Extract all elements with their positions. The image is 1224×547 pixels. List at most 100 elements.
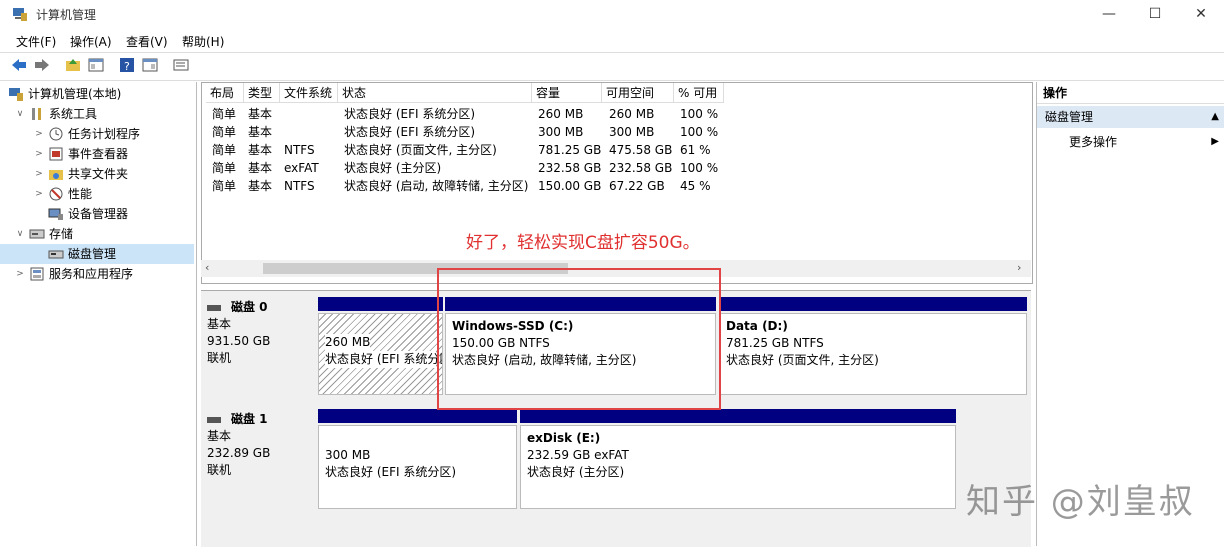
partition-size: 232.59 GB exFAT [527, 448, 629, 462]
maximize-button[interactable]: ☐ [1132, 0, 1178, 28]
partition-size: 300 MB [325, 448, 371, 462]
shared-folder-icon [48, 166, 64, 182]
cell-percent: 100 % [680, 125, 719, 139]
disk-type: 基本 [207, 317, 232, 331]
cell-fs: NTFS [284, 143, 315, 157]
table-rows: 简单 基本 状态良好 (EFI 系统分区) 260 MB 260 MB 100 … [212, 105, 732, 195]
partition-status: 状态良好 (页面文件, 主分区) [726, 353, 879, 367]
chevron-right-icon[interactable]: > [33, 124, 45, 144]
close-button[interactable]: ✕ [1178, 0, 1224, 28]
annotation-highlight-box [437, 268, 721, 410]
tree-item-storage[interactable]: ∨ 存储 [0, 224, 196, 244]
minimize-button[interactable]: — [1086, 0, 1132, 28]
disk-status: 联机 [207, 351, 232, 365]
title-bar [0, 0, 1224, 28]
disk-size: 232.89 GB [207, 446, 271, 460]
column-header[interactable]: % 可用 [674, 83, 724, 103]
tree-item-performance[interactable]: > 性能 [0, 184, 196, 204]
chevron-right-icon[interactable]: > [14, 264, 26, 284]
cell-type: 基本 [248, 161, 273, 175]
properties-icon[interactable] [172, 56, 190, 74]
console-tree: 计算机管理(本地) ∨ 系统工具 > 任务计划程序 > 事件查看器 > 共享文件… [0, 82, 197, 546]
partition-status: 状态良好 (EFI 系统分区) [325, 351, 443, 368]
disk-0-label[interactable]: 磁盘 0 基本 931.50 GB 联机 [207, 299, 315, 367]
cell-fs: exFAT [284, 161, 319, 175]
tree-item-device-manager[interactable]: 设备管理器 [0, 204, 196, 224]
partition-efi-disk0[interactable]: 260 MB 状态良好 (EFI 系统分区) [318, 313, 443, 395]
tree-item-shared-folders[interactable]: > 共享文件夹 [0, 164, 196, 184]
partition-title: exDisk (E:) [527, 431, 601, 445]
partition-header-bar [520, 409, 956, 423]
computer-management-icon [12, 6, 28, 22]
action-pane-header: 操作 [1037, 82, 1224, 104]
chevron-right-icon[interactable]: > [33, 184, 45, 204]
chevron-right-icon[interactable]: > [33, 164, 45, 184]
menu-help[interactable]: 帮助(H) [182, 33, 224, 50]
tools-icon [29, 106, 45, 122]
help-icon[interactable]: ? [118, 56, 136, 74]
scroll-left-icon[interactable]: ‹ [205, 261, 209, 274]
menu-action[interactable]: 操作(A) [70, 33, 112, 50]
collapse-arrow-icon[interactable]: ▲ [1211, 106, 1219, 128]
cell-layout: 简单 [212, 161, 237, 175]
svg-text:?: ? [124, 60, 130, 73]
menu-file[interactable]: 文件(F) [16, 33, 56, 50]
tree-label: 设备管理器 [68, 207, 129, 221]
tree-item-services[interactable]: > 服务和应用程序 [0, 264, 196, 284]
disk-1-label[interactable]: 磁盘 1 基本 232.89 GB 联机 [207, 411, 315, 479]
tree-item-system-tools[interactable]: ∨ 系统工具 [0, 104, 196, 124]
partition-size: 781.25 GB NTFS [726, 336, 824, 350]
partition-d-drive[interactable]: Data (D:) 781.25 GB NTFS 状态良好 (页面文件, 主分区… [719, 313, 1027, 395]
scroll-right-icon[interactable]: › [1017, 261, 1021, 274]
device-manager-icon [48, 206, 64, 222]
disk-management-icon [48, 246, 64, 262]
forward-arrow-icon[interactable] [33, 56, 51, 74]
cell-layout: 简单 [212, 125, 237, 139]
cell-percent: 45 % [680, 179, 711, 193]
menu-view[interactable]: 查看(V) [126, 33, 168, 50]
storage-icon [29, 226, 45, 242]
column-header[interactable]: 容量 [532, 83, 602, 103]
partition-efi-disk1[interactable]: 300 MB 状态良好 (EFI 系统分区) [318, 425, 517, 509]
cell-percent: 100 % [680, 107, 719, 121]
action-label: 更多操作 [1069, 135, 1118, 149]
show-console-tree-icon[interactable] [87, 56, 105, 74]
partition-status: 状态良好 (EFI 系统分区) [325, 465, 457, 479]
disk-name: 磁盘 1 [231, 412, 268, 426]
action-section-disk-management[interactable]: 磁盘管理 ▲ [1037, 106, 1224, 128]
tree-item-disk-management[interactable]: 磁盘管理 [0, 244, 194, 264]
tree-label: 磁盘管理 [68, 247, 117, 261]
table-row[interactable]: 简单 基本 exFAT 状态良好 (主分区) 232.58 GB 232.58 … [212, 159, 732, 177]
chevron-right-icon[interactable]: > [33, 144, 45, 164]
tree-label: 计算机管理(本地) [28, 87, 122, 101]
up-folder-icon[interactable] [64, 56, 82, 74]
column-header[interactable]: 类型 [244, 83, 280, 103]
table-row[interactable]: 简单 基本 NTFS 状态良好 (启动, 故障转储, 主分区) 150.00 G… [212, 177, 732, 195]
cell-type: 基本 [248, 143, 273, 157]
chevron-down-icon[interactable]: ∨ [14, 224, 26, 244]
table-row[interactable]: 简单 基本 状态良好 (EFI 系统分区) 300 MB 300 MB 100 … [212, 123, 732, 141]
partition-header-bar [719, 297, 1027, 311]
tree-item-event-viewer[interactable]: > 事件查看器 [0, 144, 196, 164]
computer-management-icon [8, 86, 24, 102]
show-action-pane-icon[interactable] [141, 56, 159, 74]
back-arrow-icon[interactable] [10, 56, 28, 74]
cell-capacity: 300 MB [538, 125, 584, 139]
cell-free: 300 MB [609, 125, 655, 139]
disk-status: 联机 [207, 463, 232, 477]
cell-capacity: 232.58 GB [538, 161, 602, 175]
tree-item-root[interactable]: 计算机管理(本地) [0, 84, 196, 104]
table-row[interactable]: 简单 基本 NTFS 状态良好 (页面文件, 主分区) 781.25 GB 47… [212, 141, 732, 159]
partition-header-bar [318, 409, 517, 423]
tree-label: 存储 [49, 227, 74, 241]
column-header[interactable]: 文件系统 [280, 83, 338, 103]
partition-e-drive[interactable]: exDisk (E:) 232.59 GB exFAT 状态良好 (主分区) [520, 425, 956, 509]
chevron-down-icon[interactable]: ∨ [14, 104, 26, 124]
action-more-actions[interactable]: 更多操作 ▶ [1069, 132, 1219, 152]
column-header[interactable]: 可用空间 [602, 83, 674, 103]
tree-item-task-scheduler[interactable]: > 任务计划程序 [0, 124, 196, 144]
column-header[interactable]: 状态 [338, 83, 532, 103]
column-header[interactable]: 布局 [206, 83, 244, 103]
tree-label: 任务计划程序 [68, 127, 141, 141]
table-row[interactable]: 简单 基本 状态良好 (EFI 系统分区) 260 MB 260 MB 100 … [212, 105, 732, 123]
